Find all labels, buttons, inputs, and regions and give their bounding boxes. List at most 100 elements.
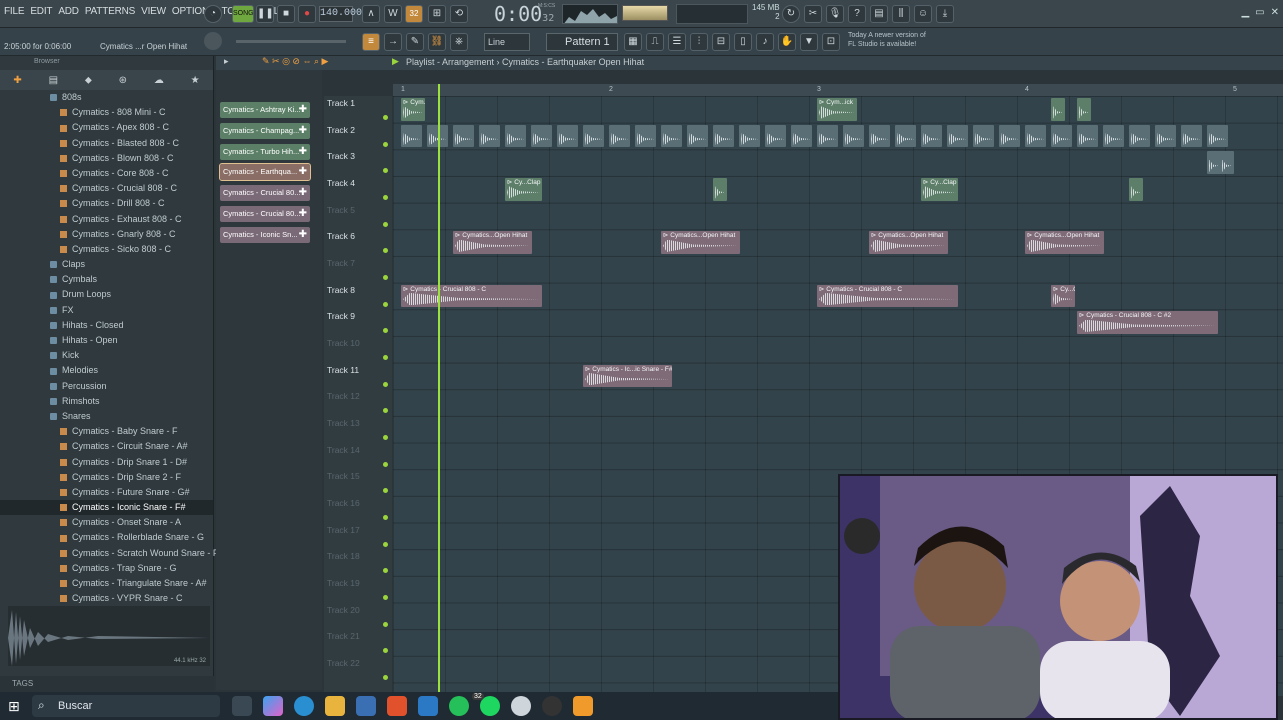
loop-record-icon[interactable]: ⟲ [450,5,468,23]
browser-file[interactable]: Cymatics - Blown 808 - C [0,151,213,166]
track-mute-led[interactable] [383,595,388,601]
tags-bar[interactable]: TAGS [0,676,214,692]
playhead[interactable] [438,84,440,696]
playlist-clip[interactable]: ⊳ Cymatics - Crucial 808 - C [401,284,542,308]
track-name[interactable]: Track 2 [327,125,355,135]
snap-select[interactable]: Line [484,33,530,51]
channel-add-icon[interactable]: ✚ [299,123,307,139]
playlist-clip[interactable] [999,124,1021,148]
menu-view[interactable]: VIEW [141,6,166,17]
playlist-clip[interactable]: ⊳ Cymatics...Open Hihat [1025,231,1104,254]
chat-icon[interactable]: ☺ [914,5,932,23]
playlist-clip[interactable] [739,124,761,148]
countdown-icon[interactable]: 32 [405,5,423,23]
maximize-icon[interactable]: ▭ [1255,7,1264,18]
track-name[interactable]: Track 5 [327,205,355,215]
help-icon[interactable]: ? [848,5,866,23]
playlist-clip[interactable] [635,124,657,148]
playlist-clip[interactable]: ⊳ Cy...Clap [505,178,542,201]
playlist-clip[interactable] [713,178,727,201]
track-mute-led[interactable] [383,301,388,307]
track-name[interactable]: Track 12 [327,391,360,401]
browser-folder[interactable]: Hihats - Open [0,333,213,348]
track-name[interactable]: Track 19 [327,578,360,588]
playlist-clip[interactable]: ⊳ Cy...Clap [921,178,958,201]
track-mute-led[interactable] [383,221,388,227]
channel-button[interactable]: Cymatics - Crucial 80... ✚ [220,185,310,202]
close-icon[interactable]: ✕ [1271,7,1279,18]
file-explorer-icon[interactable] [325,696,345,716]
channel-add-icon[interactable]: ✚ [299,102,307,118]
playlist-clip[interactable]: ⊳ Cymatics...Open Hihat [661,231,740,254]
browser-file[interactable]: Cymatics - Future Snare - G# [0,485,213,500]
browser-file[interactable]: Cymatics - Iconic Snare - F# [0,500,213,516]
browser-folder[interactable]: Cymbals [0,272,213,287]
link-icon[interactable]: ⛓ [428,33,446,51]
save-icon[interactable]: ▤ [870,5,888,23]
track-mute-led[interactable] [383,648,388,654]
add-pattern-icon[interactable]: ▦ [624,33,642,51]
browser-file[interactable]: Cymatics - Trap Snare - G [0,561,213,576]
playlist-clip[interactable]: ⊳ Cymatics - Crucial 808 - C #2 [1077,311,1218,335]
track-name[interactable]: Track 21 [327,631,360,641]
settings-icon[interactable] [511,696,531,716]
browser-file[interactable]: Cymatics - Apex 808 - C [0,120,213,135]
track-name[interactable]: Track 22 [327,658,360,668]
browser-star-icon[interactable]: ★ [191,75,200,86]
browser-file[interactable]: Cymatics - Circuit Snare - A# [0,439,213,454]
cut-icon[interactable]: ✂ [804,5,822,23]
track-name[interactable]: Track 11 [327,365,359,375]
playlist-clip[interactable] [1129,178,1143,201]
next-icon[interactable]: → [384,33,402,51]
channel-button[interactable]: Cymatics - Ashtray Ki... ✚ [220,102,310,118]
edge-icon[interactable] [294,696,314,716]
track-mute-led[interactable] [383,675,388,681]
playlist-clip[interactable] [687,124,709,148]
browser-folder[interactable]: Rimshots [0,394,213,409]
browser-folder[interactable]: FX [0,303,213,318]
main-volume-knob[interactable] [204,32,222,50]
tuner-icon[interactable]: ♪ [756,33,774,51]
playlist-clip[interactable] [609,124,631,148]
playlist-clip[interactable] [1025,124,1047,148]
playlist-clip[interactable]: ⊳ Cymatics...Open Hihat [869,231,948,254]
browser-file[interactable]: Cymatics - Crucial 808 - C [0,181,213,196]
track-mute-led[interactable] [383,461,388,467]
playlist-clip[interactable]: ⊳ Cymatics...Open Hihat [453,231,532,254]
track-name[interactable]: Track 8 [327,285,355,295]
copilot-icon[interactable] [263,696,283,716]
playlist-clip[interactable] [1181,124,1203,148]
playlist-clip[interactable] [973,124,995,148]
browser-folder[interactable]: Percussion [0,379,213,394]
browser-file[interactable]: Cymatics - Drip Snare 1 - D# [0,455,213,470]
browser-file[interactable]: Cymatics - Blasted 808 - C [0,136,213,151]
playlist-clip[interactable]: ⊳ Cymatics - Ic...ic Snare - F# [583,364,672,388]
piano-roll-icon[interactable]: ⎍ [646,33,664,51]
whatsapp-icon[interactable] [449,696,469,716]
record-button[interactable]: ● [298,5,316,23]
browser-all-icon[interactable]: ✚ [13,75,21,86]
track-name[interactable]: Track 13 [327,418,360,428]
playlist-clip[interactable] [1051,124,1073,148]
track-mute-led[interactable] [383,381,388,387]
playlist-clip[interactable] [661,124,683,148]
playlist-clip[interactable] [1155,124,1177,148]
browser-recent-icon[interactable]: ⊛ [119,75,127,86]
tempo-display[interactable]: 140.000 [319,6,362,22]
browser-plugin-icon[interactable]: ⬥ [85,75,92,86]
track-name[interactable]: Track 1 [327,98,355,108]
channel-rack-icon[interactable]: ☰ [668,33,686,51]
channel-add-icon[interactable]: ✚ [299,227,307,243]
track-mute-led[interactable] [383,141,388,147]
track-mute-led[interactable] [383,515,388,521]
pattern-selector[interactable]: Pattern 1 [546,33,618,51]
playlist-clip[interactable] [947,124,969,148]
track-mute-led[interactable] [383,355,388,361]
browser-file[interactable]: Cymatics - Core 808 - C [0,166,213,181]
browser-current-project-icon[interactable]: ▤ [49,75,58,86]
menu-add[interactable]: ADD [58,6,79,17]
browser-file[interactable]: Cymatics - Triangulate Snare - A# [0,576,213,591]
playlist-clip[interactable] [1129,124,1151,148]
track-name[interactable]: Track 18 [327,551,360,561]
playlist-clip[interactable] [843,124,865,148]
